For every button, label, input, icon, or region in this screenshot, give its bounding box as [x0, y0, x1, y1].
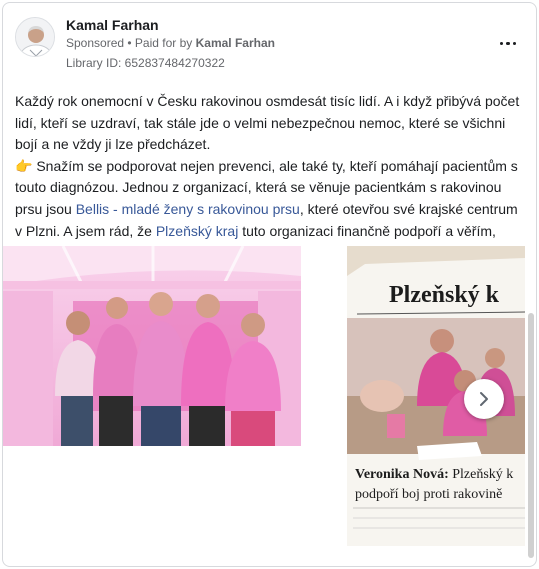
ad-card: Kamal Farhan Sponsored • Paid for by Kam…: [2, 2, 537, 567]
newspaper-masthead: Plzeňský k: [389, 282, 500, 308]
headline-name: Veronika Nová:: [355, 467, 449, 482]
post-paragraph-1: Každý rok onemocní v Česku rakovinou osm…: [15, 93, 520, 153]
sponsored-label: Sponsored: [66, 36, 125, 50]
headline-rest: Plzeňský k: [449, 467, 514, 482]
avatar[interactable]: [15, 17, 55, 57]
post-header: Kamal Farhan Sponsored • Paid for by Kam…: [15, 17, 524, 77]
image-carousel: Plzeňský k Veronika Nová: Plzeňský k pod…: [3, 246, 536, 551]
paid-for-name: Kamal Farhan: [195, 36, 275, 50]
paid-for-prefix: • Paid for by: [124, 36, 196, 50]
more-horizontal-icon: [499, 32, 518, 50]
link-plzensky-kraj[interactable]: Plzeňský kraj: [156, 223, 238, 239]
advertiser-name[interactable]: Kamal Farhan: [66, 17, 159, 33]
library-id: Library ID: 652837484270322: [66, 56, 225, 70]
link-bellis[interactable]: Bellis - mladé ženy s rakovinou prsu: [76, 201, 300, 217]
scrollbar[interactable]: [528, 313, 534, 558]
headline-line2: podpoří boj proti rakovině: [355, 487, 502, 502]
carousel-next-button[interactable]: [464, 379, 504, 419]
chevron-right-icon: [480, 392, 488, 406]
pointing-hand-emoji: 👉: [15, 157, 33, 174]
carousel-image-1[interactable]: [3, 246, 301, 446]
profile-photo: [16, 18, 54, 56]
post-text: Každý rok onemocní v Česku rakovinou osm…: [15, 91, 521, 264]
svg-text:Veronika Nová: Plzeňský k: Veronika Nová: Plzeňský k: [355, 467, 513, 482]
sponsored-line: Sponsored • Paid for by Kamal Farhan: [66, 36, 275, 50]
more-options-button[interactable]: [496, 29, 520, 53]
group-photo: [3, 246, 301, 446]
